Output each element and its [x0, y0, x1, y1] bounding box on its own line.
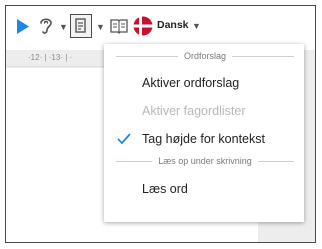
language-label[interactable]: Dansk: [157, 19, 189, 31]
dictionary-book-icon[interactable]: [110, 18, 128, 39]
word-suggestions-menu: Ordforslag Aktiver ordforslag Aktiver fa…: [104, 44, 304, 222]
danish-flag-icon[interactable]: [133, 16, 153, 41]
word-suggestions-button[interactable]: [70, 14, 92, 38]
read-words-item[interactable]: Læs ord: [142, 182, 188, 196]
enable-suggestions-item[interactable]: Aktiver ordforslag: [142, 76, 239, 90]
enable-subject-lists-item: Aktiver fagordlister: [142, 104, 246, 118]
speech-settings-icon[interactable]: [38, 17, 54, 41]
section-header-read-aloud: Læs op under skrivning: [116, 155, 294, 167]
toolbar: ▼ ▼ Dansk ▼: [6, 6, 315, 46]
language-dropdown-chevron-down-icon[interactable]: ▼: [192, 22, 201, 31]
speech-dropdown-chevron-down-icon[interactable]: ▼: [59, 23, 68, 32]
suggestions-dropdown-chevron-down-icon[interactable]: ▼: [96, 23, 105, 32]
consider-context-item[interactable]: Tag højde for kontekst: [142, 132, 265, 146]
section-label: Ordforslag: [183, 51, 227, 61]
app-window: ▼ ▼ Dansk ▼ ·12· | ·13· | · Ordforslag A…: [5, 5, 316, 243]
section-label: Læs op under skrivning: [158, 156, 252, 166]
word-list-icon: [75, 18, 86, 33]
section-header-suggestions: Ordforslag: [116, 50, 294, 62]
play-icon[interactable]: [16, 19, 30, 39]
checkmark-icon: [116, 132, 132, 151]
